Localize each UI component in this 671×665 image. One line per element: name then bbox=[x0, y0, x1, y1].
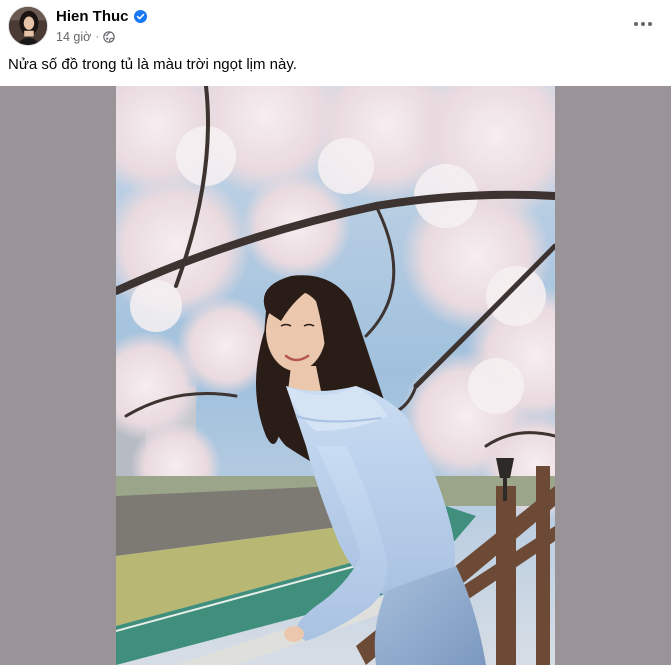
more-dot-icon bbox=[648, 22, 652, 26]
post-media bbox=[0, 86, 671, 665]
author-avatar[interactable] bbox=[8, 6, 48, 46]
verified-badge-icon bbox=[133, 9, 147, 23]
author-name[interactable]: Hien Thuc bbox=[56, 8, 129, 25]
globe-icon[interactable] bbox=[103, 31, 115, 43]
more-dot-icon bbox=[641, 22, 645, 26]
post-header: Hien Thuc 14 giờ · bbox=[0, 0, 671, 52]
post-meta: 14 giờ · bbox=[56, 30, 115, 44]
more-dot-icon bbox=[634, 22, 638, 26]
meta-separator: · bbox=[95, 31, 99, 43]
post-photo[interactable] bbox=[116, 86, 555, 665]
post-timestamp[interactable]: 14 giờ bbox=[56, 30, 91, 44]
facebook-post: Hien Thuc 14 giờ · Nửa số đồ trong tủ là… bbox=[0, 0, 671, 665]
post-caption: Nửa số đồ trong tủ là màu trời ngọt lịm … bbox=[8, 56, 297, 73]
more-options-button[interactable] bbox=[629, 10, 657, 38]
author-name-row: Hien Thuc bbox=[56, 7, 147, 25]
